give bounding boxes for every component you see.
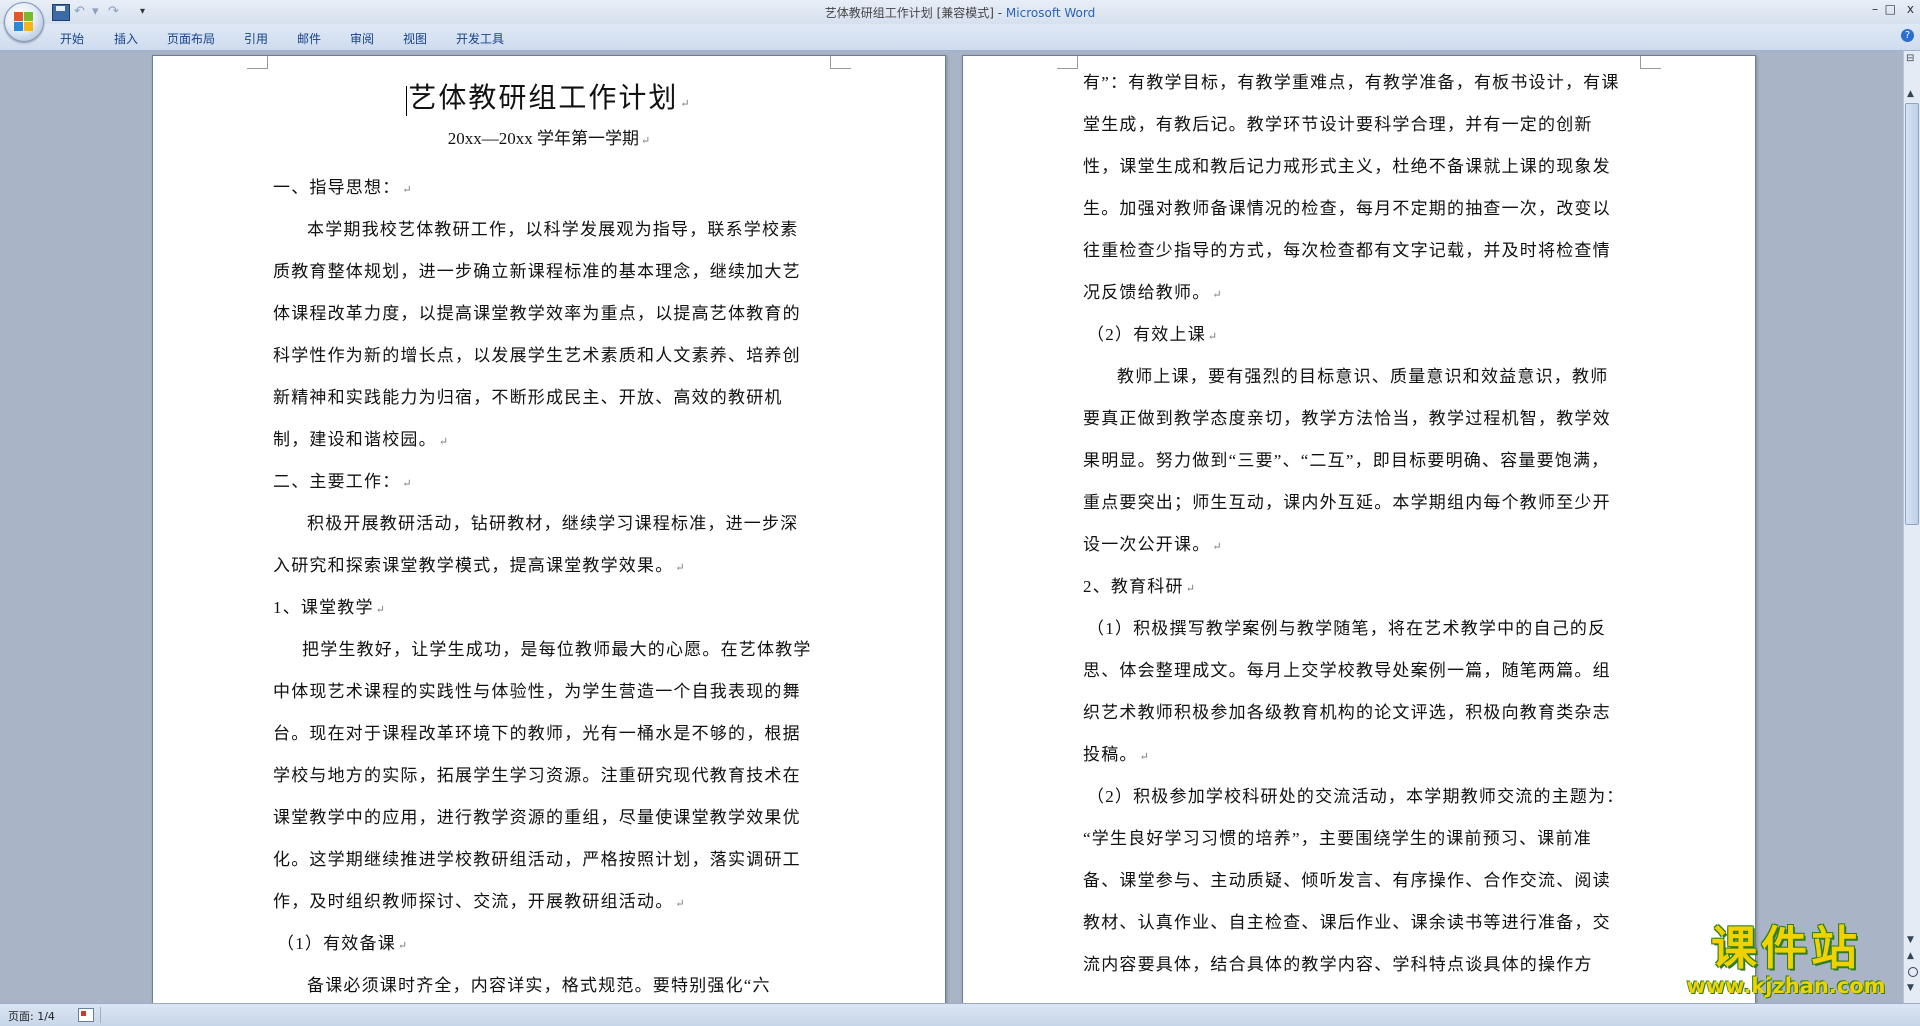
ruler-toggle-icon[interactable]: ⊟ xyxy=(1906,53,1917,65)
text-line: 教师上课，要有强烈的目标意识、质量意识和效益意识，教师 xyxy=(1117,367,1609,386)
text-line: 制，建设和谐校园。 ↵ xyxy=(273,430,450,449)
next-page-icon[interactable]: ▼ xyxy=(1907,983,1914,993)
text-line: 把学生教好，让学生成功，是每位教师最大的心愿。在艺体教学 xyxy=(302,640,812,659)
page-count[interactable]: 页面: 1/4 xyxy=(8,1008,55,1024)
text-line: （2）积极参加学校科研处的交流活动，本学期教师交流的主题为： xyxy=(1087,787,1625,806)
text-line: 堂生成，有教后记。教学环节设计要科学合理，并有一定的创新 xyxy=(1083,115,1593,134)
text-line: 备课必须课时齐全，内容详实，格式规范。要特别强化“六 xyxy=(307,976,771,995)
text-line: 入研究和探索课堂教学模式，提高课堂教学效果。 ↵ xyxy=(273,556,686,575)
text-line: 本学期我校艺体教研工作，以科学发展观为指导，联系学校素 xyxy=(307,220,799,239)
window-title: 艺体教研组工作计划 [兼容模式] - Microsoft Word xyxy=(0,4,1920,21)
tab-home[interactable]: 开始 xyxy=(60,30,84,47)
text-line: 况反馈给教师。 ↵ xyxy=(1083,283,1223,302)
text-line: 新精神和实践能力为归宿，不断形成民主、开放、高效的教研机 xyxy=(273,388,783,407)
text-line: 作，及时组织教师探讨、交流，开展教研组活动。 ↵ xyxy=(273,892,686,911)
vertical-scrollbar[interactable]: ⊟ ▲ ▼ ▲ ▼ xyxy=(1903,51,1920,1003)
text-line: 流内容要具体，结合具体的教学内容、学科特点谈具体的操作方 xyxy=(1083,955,1593,974)
text-line: 果明显。努力做到“三要”、“二互”，即目标要明确、容量要饱满， xyxy=(1083,451,1610,470)
watermark-name: 课件站 xyxy=(1711,921,1861,975)
scroll-down-icon[interactable]: ▼ xyxy=(1907,935,1914,945)
text-line: 中体现艺术课程的实践性与体验性，为学生营造一个自我表现的舞 xyxy=(273,682,801,701)
text-line: 台。现在对于课程改革环境下的教师，光有一桶水是不够的，根据 xyxy=(273,724,801,743)
text-line: 思、体会整理成文。每月上交学校教导处案例一篇，随笔两篇。组 xyxy=(1083,661,1611,680)
text-line: 重点要突出；师生互动，课内外互延。本学期组内每个教师至少开 xyxy=(1083,493,1611,512)
text-line: 科学性作为新的增长点，以发展学生艺术素质和人文素养、培养创 xyxy=(273,346,801,365)
margin-corner-mark xyxy=(1640,56,1661,69)
paragraph-mark: ↵ xyxy=(402,478,413,490)
status-bar: 页面: 1/4 xyxy=(0,1003,1920,1026)
paragraph-mark: ↵ xyxy=(1207,331,1219,343)
text-line: 课堂教学中的应用，进行教学资源的重组，尽量使课堂教学效果优 xyxy=(273,808,801,827)
text-line: 投稿。 ↵ xyxy=(1083,745,1151,764)
tab-review[interactable]: 审阅 xyxy=(350,30,374,47)
text-line: “学生良好学习习惯的培养”，主要围绕学生的课前预习、课前准 xyxy=(1083,829,1592,848)
paragraph-mark: ↵ xyxy=(1212,541,1223,553)
paragraph-mark: ↵ xyxy=(1139,751,1151,763)
paragraph-mark: ↵ xyxy=(438,436,450,448)
text-line: 积极开展教研活动，钻研教材，继续学习课程标准，进一步深 xyxy=(307,514,799,533)
text-line: 2、教育科研 ↵ xyxy=(1083,577,1197,596)
help-icon[interactable]: ? xyxy=(1901,29,1914,42)
text-line: 1、课堂教学 ↵ xyxy=(273,598,387,617)
close-button[interactable]: x xyxy=(1907,2,1914,16)
margin-corner-mark xyxy=(830,56,851,69)
text-line: 体课程改革力度，以提高课堂教学效率为重点，以提高艺体教育的 xyxy=(273,304,801,323)
document-title: 艺体教研组工作计划 ↵ xyxy=(406,83,692,116)
maximize-button[interactable]: □ xyxy=(1885,2,1896,16)
scroll-thumb[interactable] xyxy=(1905,103,1919,525)
tab-insert[interactable]: 插入 xyxy=(114,30,138,47)
document-page-1[interactable]: 艺体教研组工作计划 ↵ 20xx—20xx 学年第一学期 ↵ 一、指导思想： ↵ 本学期… xyxy=(152,55,946,1003)
document-subtitle: 20xx—20xx 学年第一学期 ↵ xyxy=(447,129,651,148)
text-line: 织艺术教师积极参加各级教育机构的论文评选，积极向教育类杂志 xyxy=(1083,703,1611,722)
margin-corner-mark xyxy=(247,56,268,69)
scroll-up-icon[interactable]: ▲ xyxy=(1907,89,1914,99)
previous-page-icon[interactable]: ▲ xyxy=(1907,951,1914,961)
browse-object-icon[interactable] xyxy=(1908,967,1918,977)
app-name: Microsoft Word xyxy=(1005,6,1096,20)
text-line: 二、主要工作： ↵ xyxy=(273,472,413,491)
text-line: （1）有效备课 ↵ xyxy=(277,934,409,953)
text-line: 设一次公开课。 ↵ xyxy=(1083,535,1223,554)
watermark-url: www.kjzhan.com xyxy=(1686,974,1886,998)
paragraph-mark: ↵ xyxy=(675,562,686,574)
text-line: 质教育整体规划，进一步确立新课程标准的基本理念，继续加大艺 xyxy=(273,262,801,281)
text-line: 化。这学期继续推进学校教研组活动，严格按照计划，落实调研工 xyxy=(273,850,801,869)
tab-view[interactable]: 视图 xyxy=(403,30,427,47)
office-logo-icon xyxy=(14,12,34,32)
text-line: 性，课堂生成和教后记力戒形式主义，杜绝不备课就上课的现象发 xyxy=(1083,157,1611,176)
margin-corner-mark xyxy=(1057,56,1078,69)
paragraph-mark: ↵ xyxy=(402,184,413,196)
paragraph-mark: ↵ xyxy=(375,604,387,616)
status-divider xyxy=(100,1007,101,1023)
office-button[interactable] xyxy=(4,2,44,42)
tab-page-layout[interactable]: 页面布局 xyxy=(167,30,215,47)
document-page-2[interactable]: 有”：有教学目标，有教学重难点，有教学准备，有板书设计，有课 堂生成，有教后记。教… xyxy=(962,55,1756,1003)
paragraph-mark: ↵ xyxy=(675,898,686,910)
paragraph-mark: ↵ xyxy=(1185,583,1197,595)
text-line: 往重检查少指导的方式，每次检查都有文字记载，并及时将检查情 xyxy=(1083,241,1611,260)
paragraph-mark: ↵ xyxy=(1212,289,1223,301)
text-line: 一、指导思想： ↵ xyxy=(273,178,413,197)
text-line: 有”：有教学目标，有教学重难点，有教学准备，有板书设计，有课 xyxy=(1083,73,1620,92)
title-bar: ↶ ▾ ↷ ▾ 艺体教研组工作计划 [兼容模式] - Microsoft Wor… xyxy=(0,0,1920,24)
text-line: 备、课堂参与、主动质疑、倾听发言、有序操作、合作交流、阅读 xyxy=(1083,871,1611,890)
text-line: 生。加强对教师备课情况的检查，每月不定期的抽查一次，改变以 xyxy=(1083,199,1611,218)
text-line: （2）有效上课 ↵ xyxy=(1087,325,1219,344)
document-name: 艺体教研组工作计划 [兼容模式] - xyxy=(824,6,1006,20)
proofing-icon[interactable] xyxy=(78,1008,94,1022)
tab-references[interactable]: 引用 xyxy=(244,30,268,47)
text-line: 要真正做到教学态度亲切，教学方法恰当，教学过程机智，教学效 xyxy=(1083,409,1611,428)
text-line: 学校与地方的实际，拓展学生学习资源。注重研究现代教育技术在 xyxy=(273,766,801,785)
tab-developer[interactable]: 开发工具 xyxy=(456,30,504,47)
watermark-logo: 课件站 www.kjzhan.com xyxy=(1668,922,1904,998)
text-line: 教材、认真作业、自主检查、课后作业、课余读书等进行准备，交 xyxy=(1083,913,1611,932)
document-workspace: 艺体教研组工作计划 ↵ 20xx—20xx 学年第一学期 ↵ 一、指导思想： ↵ 本学期… xyxy=(0,51,1904,1003)
tab-mailings[interactable]: 邮件 xyxy=(297,30,321,47)
text-line: （1）积极撰写教学案例与教学随笔，将在艺术教学中的自己的反 xyxy=(1087,619,1607,638)
ribbon-tabs: 开始 插入 页面布局 引用 邮件 审阅 视图 开发工具 xyxy=(0,24,1920,51)
paragraph-mark: ↵ xyxy=(397,940,409,952)
minimize-button[interactable]: – xyxy=(1872,2,1878,16)
